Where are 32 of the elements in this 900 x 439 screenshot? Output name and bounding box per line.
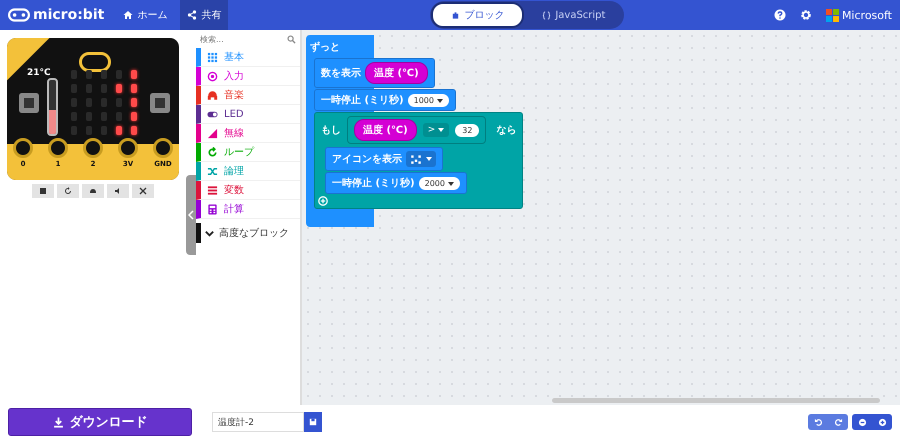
value-dropdown[interactable]: 2000 xyxy=(418,176,460,190)
show-number-block[interactable]: 数を表示 温度 (℃) xyxy=(314,58,435,88)
brand-logo[interactable]: Microsoft xyxy=(826,8,892,22)
comparison-block[interactable]: 温度 (℃) > 32 xyxy=(347,116,486,144)
block-label: なら xyxy=(495,124,516,137)
temperature-reporter[interactable]: 温度 (℃) xyxy=(354,119,417,141)
logo-text: micro:bit xyxy=(33,7,104,23)
block-label: 数を表示 xyxy=(320,66,361,80)
pause-block[interactable]: 一時停止 (ミリ秒) 2000 xyxy=(325,172,467,194)
logo[interactable]: micro:bit xyxy=(8,7,104,23)
block-label: ずっと xyxy=(309,40,341,54)
number-field[interactable]: 32 xyxy=(455,124,480,136)
pause-block[interactable]: 一時停止 (ミリ秒) 1000 xyxy=(314,89,456,111)
mode-tab[interactable]: ブロック xyxy=(431,2,524,28)
project-name-field[interactable]: 温度計-2 xyxy=(212,412,304,432)
block-label: もし xyxy=(320,124,341,137)
temperature-reading: 21°C xyxy=(27,68,51,78)
search-field[interactable]: 検索... xyxy=(200,34,270,44)
brand-name: Microsoft xyxy=(842,8,892,22)
mode-tab[interactable]: JavaScript xyxy=(524,2,624,28)
nav-tab[interactable]: 共有 xyxy=(180,0,228,30)
nav-tab[interactable]: ホーム xyxy=(116,0,174,30)
forever-block[interactable]: ずっと 数を表示 温度 (℃) 一時停止 (ミリ秒) 1000 もし 温度 (℃) > 32 なら アイコンを表示 一時停止 (ミリ秒) 2000 xyxy=(306,35,524,227)
block-label: アイコンを表示 xyxy=(331,152,402,166)
if-block[interactable]: もし 温度 (℃) > 32 なら アイコンを表示 一時停止 (ミリ秒) 2000 xyxy=(314,112,524,209)
show-icon-block[interactable]: アイコンを表示 xyxy=(325,147,443,171)
block-label: 一時停止 (ミリ秒) xyxy=(320,94,404,107)
operator-dropdown[interactable]: > xyxy=(422,123,450,137)
temperature-reporter[interactable]: 温度 (℃) xyxy=(365,62,428,84)
value-dropdown[interactable]: 1000 xyxy=(408,94,449,106)
block-label: 一時停止 (ミリ秒) xyxy=(331,176,415,190)
download-button[interactable]: ダウンロード xyxy=(8,408,192,436)
